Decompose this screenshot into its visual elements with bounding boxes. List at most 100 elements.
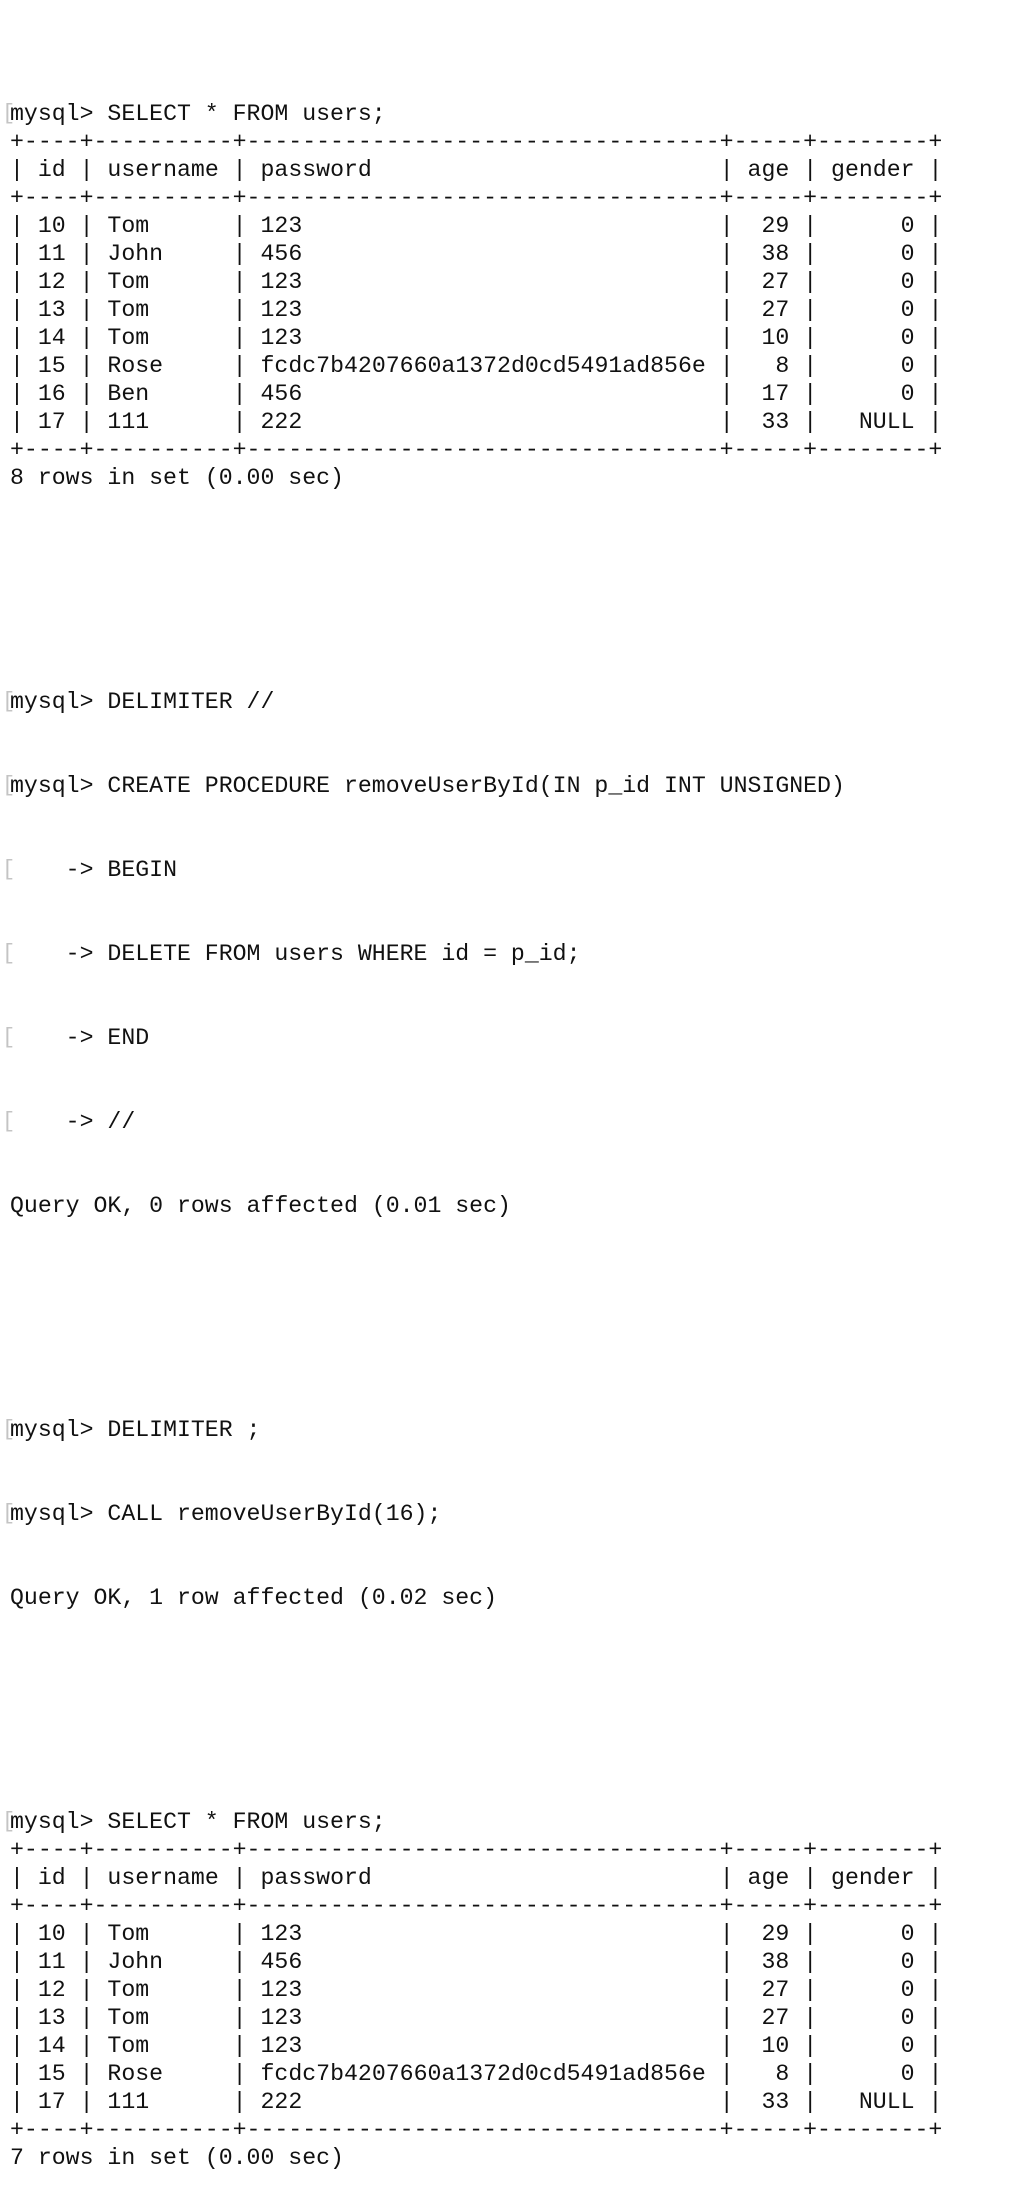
table-row: | 13 | Tom | 123 | 27 | 0 | bbox=[10, 2005, 943, 2031]
cell-gender: 0 bbox=[817, 325, 929, 351]
cell-age: 33 bbox=[733, 2089, 804, 2115]
cell-age: 33 bbox=[733, 409, 804, 435]
prompt: mysql> bbox=[10, 773, 108, 799]
column-header-username: username bbox=[93, 1865, 233, 1891]
table-row: | 11 | John | 456 | 38 | 0 | bbox=[10, 241, 943, 267]
column-header-gender: gender bbox=[817, 1865, 929, 1891]
cell-id: 11 bbox=[23, 241, 80, 267]
continuation-line: [ -> DELETE FROM users WHERE id = p_id; bbox=[2, 940, 942, 968]
prompt: mysql> bbox=[10, 1501, 108, 1527]
cell-id: 12 bbox=[23, 1977, 80, 2003]
cell-age: 27 bbox=[733, 297, 804, 323]
table-border: +----+----------+-----------------------… bbox=[10, 185, 943, 211]
cell-gender: 0 bbox=[817, 353, 929, 379]
line-marker-icon: [ bbox=[2, 941, 16, 966]
cell-id: 14 bbox=[23, 2033, 80, 2059]
cell-password: 123 bbox=[246, 2005, 720, 2031]
cell-username: Tom bbox=[93, 2005, 233, 2031]
command-text: DELIMITER ; bbox=[107, 1417, 261, 1443]
table-row: | 13 | Tom | 123 | 27 | 0 | bbox=[10, 297, 943, 323]
cell-username: Tom bbox=[93, 1977, 233, 2003]
continuation-prompt: -> bbox=[10, 857, 108, 883]
cell-id: 17 bbox=[23, 409, 80, 435]
query-block-1: [mysql> SELECT * FROM users; +----+------… bbox=[2, 100, 943, 492]
cell-password: 123 bbox=[246, 1977, 720, 2003]
line-marker-icon: [ bbox=[2, 1809, 16, 1834]
cell-id: 12 bbox=[23, 269, 80, 295]
column-header-password: password bbox=[246, 1865, 720, 1891]
cell-username: Rose bbox=[93, 2061, 233, 2087]
cell-age: 10 bbox=[733, 2033, 804, 2059]
cell-password: 123 bbox=[246, 2033, 720, 2059]
command-line: [mysql> DELIMITER // bbox=[2, 688, 942, 716]
cell-gender: 0 bbox=[817, 2005, 929, 2031]
cell-username: Tom bbox=[93, 1921, 233, 1947]
table-row: | 17 | 111 | 222 | 33 | NULL | bbox=[10, 2089, 943, 2115]
table-border: +----+----------+-----------------------… bbox=[10, 2117, 943, 2143]
prompt: mysql> bbox=[10, 1417, 108, 1443]
table-header: | id | username | password | age | gende… bbox=[10, 157, 943, 183]
line-marker-icon: [ bbox=[2, 689, 16, 714]
command-line: [mysql> CREATE PROCEDURE removeUserById(… bbox=[2, 772, 942, 800]
command-text: SELECT * FROM users; bbox=[107, 1809, 386, 1835]
cell-age: 38 bbox=[733, 241, 804, 267]
cell-id: 10 bbox=[23, 213, 80, 239]
cell-password: 123 bbox=[246, 325, 720, 351]
column-header-id: id bbox=[23, 1865, 80, 1891]
command-text: DELIMITER // bbox=[107, 689, 275, 715]
cell-id: 14 bbox=[23, 325, 80, 351]
query-block-2: [mysql> SELECT * FROM users; +----+------… bbox=[2, 1808, 943, 2172]
cell-username: John bbox=[93, 1949, 233, 1975]
cell-password: 456 bbox=[246, 381, 720, 407]
prompt: mysql> bbox=[10, 1809, 108, 1835]
terminal-output[interactable]: [mysql> SELECT * FROM users; +----+------… bbox=[2, 16, 943, 2200]
result-line: 7 rows in set (0.00 sec) bbox=[10, 2145, 344, 2171]
cell-username: John bbox=[93, 241, 233, 267]
column-header-username: username bbox=[93, 157, 233, 183]
line-marker-icon: [ bbox=[2, 1417, 16, 1442]
table-row: | 12 | Tom | 123 | 27 | 0 | bbox=[10, 1977, 943, 2003]
command-line: [mysql> CALL removeUserById(16); bbox=[2, 1500, 942, 1528]
cell-age: 10 bbox=[733, 325, 804, 351]
column-header-age: age bbox=[733, 1865, 804, 1891]
cell-password: 123 bbox=[246, 213, 720, 239]
cell-id: 13 bbox=[23, 2005, 80, 2031]
cell-gender: 0 bbox=[817, 2061, 929, 2087]
table-row: | 14 | Tom | 123 | 10 | 0 | bbox=[10, 325, 943, 351]
table-row: | 10 | Tom | 123 | 29 | 0 | bbox=[10, 213, 943, 239]
cell-id: 10 bbox=[23, 1921, 80, 1947]
cell-age: 8 bbox=[733, 353, 804, 379]
column-header-password: password bbox=[246, 157, 720, 183]
cell-age: 29 bbox=[733, 213, 804, 239]
cell-id: 15 bbox=[23, 353, 80, 379]
table-row: | 14 | Tom | 123 | 10 | 0 | bbox=[10, 2033, 943, 2059]
cell-id: 15 bbox=[23, 2061, 80, 2087]
table-row: | 16 | Ben | 456 | 17 | 0 | bbox=[10, 381, 943, 407]
line-marker-icon: [ bbox=[2, 773, 16, 798]
table-row: | 12 | Tom | 123 | 27 | 0 | bbox=[10, 269, 943, 295]
cell-password: 222 bbox=[246, 2089, 720, 2115]
table-border: +----+----------+-----------------------… bbox=[10, 129, 943, 155]
command-line: [mysql> SELECT * FROM users; bbox=[2, 1808, 942, 1836]
cell-username: Ben bbox=[93, 381, 233, 407]
cell-gender: 0 bbox=[817, 1949, 929, 1975]
result-line: 8 rows in set (0.00 sec) bbox=[10, 465, 344, 491]
table-row: | 11 | John | 456 | 38 | 0 | bbox=[10, 1949, 943, 1975]
cell-password: 123 bbox=[246, 1921, 720, 1947]
line-marker-icon: [ bbox=[2, 101, 16, 126]
line-marker-icon: [ bbox=[2, 1109, 16, 1134]
continuation-line: [ -> BEGIN bbox=[2, 856, 942, 884]
table-row: | 15 | Rose | fcdc7b4207660a1372d0cd5491… bbox=[10, 2061, 943, 2087]
cell-age: 27 bbox=[733, 2005, 804, 2031]
cell-username: Tom bbox=[93, 213, 233, 239]
result-line: Query OK, 1 row affected (0.02 sec) bbox=[10, 1585, 498, 1611]
cell-gender: NULL bbox=[817, 2089, 929, 2115]
column-header-gender: gender bbox=[817, 157, 929, 183]
cell-gender: 0 bbox=[817, 1921, 929, 1947]
cell-gender: 0 bbox=[817, 241, 929, 267]
cell-password: 123 bbox=[246, 269, 720, 295]
cell-id: 13 bbox=[23, 297, 80, 323]
cell-password: 222 bbox=[246, 409, 720, 435]
cell-age: 29 bbox=[733, 1921, 804, 1947]
